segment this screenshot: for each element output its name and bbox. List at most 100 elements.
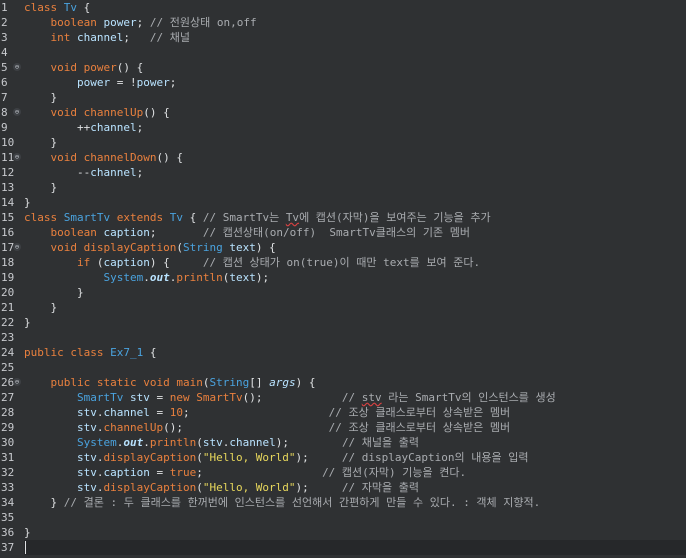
code-line[interactable]: void channelUp() { xyxy=(24,105,686,120)
fold-toggle-icon[interactable]: ⊖ xyxy=(13,243,21,251)
code-line[interactable]: SmartTv stv = new SmartTv(); // stv 라는 S… xyxy=(24,390,686,405)
code-token: stv xyxy=(129,391,150,404)
code-token: ; xyxy=(136,166,144,179)
code-line[interactable] xyxy=(24,330,686,345)
fold-toggle-icon[interactable]: ⊖ xyxy=(13,378,21,386)
code-line[interactable] xyxy=(24,540,686,555)
code-token: void xyxy=(50,61,78,74)
code-line[interactable]: power = !power; xyxy=(24,75,686,90)
code-token: -- xyxy=(24,166,91,179)
code-line[interactable]: } xyxy=(24,525,686,540)
code-token: = ! xyxy=(110,76,137,89)
code-token: caption xyxy=(103,466,150,479)
code-token: ; xyxy=(169,76,177,89)
code-token: displayCaption xyxy=(103,451,197,464)
code-line[interactable]: int channel; // 채널 xyxy=(24,30,686,45)
code-line[interactable] xyxy=(24,510,686,525)
code-token: Tv xyxy=(285,211,300,224)
code-line[interactable]: class Tv { xyxy=(24,0,686,15)
code-token: channelUp xyxy=(83,106,144,119)
code-token: out xyxy=(149,271,170,284)
code-line[interactable]: --channel; xyxy=(24,165,686,180)
code-token: println xyxy=(176,271,223,284)
code-line[interactable] xyxy=(24,45,686,60)
code-token: void xyxy=(143,376,170,389)
code-line[interactable]: public static void main(String[] args) { xyxy=(24,375,686,390)
code-token: = xyxy=(149,466,170,479)
code-token: System xyxy=(76,436,117,449)
code-line[interactable]: void power() { xyxy=(24,60,686,75)
code-line[interactable]: } xyxy=(24,285,686,300)
code-line[interactable]: } // 결론 : 두 클래스를 한꺼번에 인스턴스를 선언해서 간편하게 만들… xyxy=(24,495,686,510)
code-token: "Hello, World" xyxy=(202,481,296,494)
code-line[interactable]: stv.channel = 10; // 조상 클래스로부터 상속받은 멤버 xyxy=(24,405,686,420)
code-line[interactable]: stv.channelUp(); // 조상 클래스로부터 상속받은 멤버 xyxy=(24,420,686,435)
code-token: (); xyxy=(242,391,342,404)
code-line[interactable]: public class Ex7_1 { xyxy=(24,345,686,360)
code-token: public xyxy=(50,376,91,389)
line-number: 36 xyxy=(1,526,15,539)
code-editor[interactable]: 1 2 3 4 5 ⊖ 6 7 8 ⊖ 9 10 11 ⊖ 12 13 14 15 16 17 ⊖ 18 19 20 21 22 2… xyxy=(0,0,686,558)
code-token: } xyxy=(24,316,31,329)
fold-toggle-icon[interactable]: ⊖ xyxy=(13,63,21,71)
code-line[interactable]: stv.caption = true; // 캡션(자막) 기능을 켠다. xyxy=(24,465,686,480)
code-token: String xyxy=(182,241,223,254)
code-line[interactable]: } xyxy=(24,300,686,315)
code-token: channel xyxy=(77,31,124,44)
code-token: . xyxy=(143,436,150,449)
code-token: stv xyxy=(202,436,223,449)
code-line[interactable]: } xyxy=(24,135,686,150)
code-token: void xyxy=(50,151,78,164)
code-line[interactable]: stv.displayCaption("Hello, World"); // d… xyxy=(24,450,686,465)
code-token: channelUp xyxy=(103,421,164,434)
code-line[interactable]: System.out.println(text); xyxy=(24,270,686,285)
code-line[interactable]: class SmartTv extends Tv { // SmartTv는 T… xyxy=(24,210,686,225)
code-line[interactable]: } xyxy=(24,90,686,105)
code-token: out xyxy=(123,436,144,449)
code-line[interactable]: if (caption) { // 캡션 상태가 on(true)이 때만 te… xyxy=(24,255,686,270)
code-token: static xyxy=(96,376,137,389)
code-token: power xyxy=(136,76,170,89)
fold-toggle-icon[interactable]: ⊖ xyxy=(13,108,21,116)
code-token: . xyxy=(143,271,150,284)
code-token: ( xyxy=(196,436,203,449)
code-token: // 캡션상태(on/off) SmartTv클래스의 기존 멤버 xyxy=(202,226,470,239)
code-token: 10 xyxy=(169,406,183,419)
code-token: ( xyxy=(196,481,203,494)
code-line[interactable]: void channelDown() { xyxy=(24,150,686,165)
code-line[interactable]: boolean power; // 전원상태 on,off xyxy=(24,15,686,30)
code-line[interactable] xyxy=(24,360,686,375)
line-number: 14 xyxy=(1,196,15,209)
code-token: } xyxy=(24,136,58,149)
code-line[interactable]: } xyxy=(24,180,686,195)
code-token: // 캡션(자막) 기능을 켠다. xyxy=(322,466,467,479)
code-token: ( xyxy=(202,376,210,389)
code-line[interactable]: void displayCaption(String text) { xyxy=(24,240,686,255)
code-token: = xyxy=(149,391,170,404)
fold-toggle-icon[interactable]: ⊖ xyxy=(13,153,21,161)
line-number-gutter: 1 2 3 4 5 ⊖ 6 7 8 ⊖ 9 10 11 ⊖ 12 13 14 15 16 17 ⊖ 18 19 20 21 22 2… xyxy=(0,0,24,558)
line-number: 27 xyxy=(1,391,15,404)
code-line[interactable]: System.out.println(stv.channel); // 채널을 … xyxy=(24,435,686,450)
code-token: ( xyxy=(196,451,203,464)
line-number: 30 xyxy=(1,436,15,449)
code-line[interactable]: } xyxy=(24,315,686,330)
code-token: Tv xyxy=(63,1,77,14)
code-line[interactable]: stv.displayCaption("Hello, World"); // 자… xyxy=(24,480,686,495)
code-area[interactable]: class Tv { boolean power; // 전원상태 on,off… xyxy=(24,0,686,558)
code-line[interactable]: } xyxy=(24,195,686,210)
code-line[interactable]: boolean caption; // 캡션상태(on/off) SmartTv… xyxy=(24,225,686,240)
code-token: } xyxy=(24,286,84,299)
code-token: boolean xyxy=(50,16,97,29)
code-line[interactable]: ++channel; xyxy=(24,120,686,135)
code-token: } xyxy=(24,301,58,314)
code-token: args xyxy=(269,376,296,389)
